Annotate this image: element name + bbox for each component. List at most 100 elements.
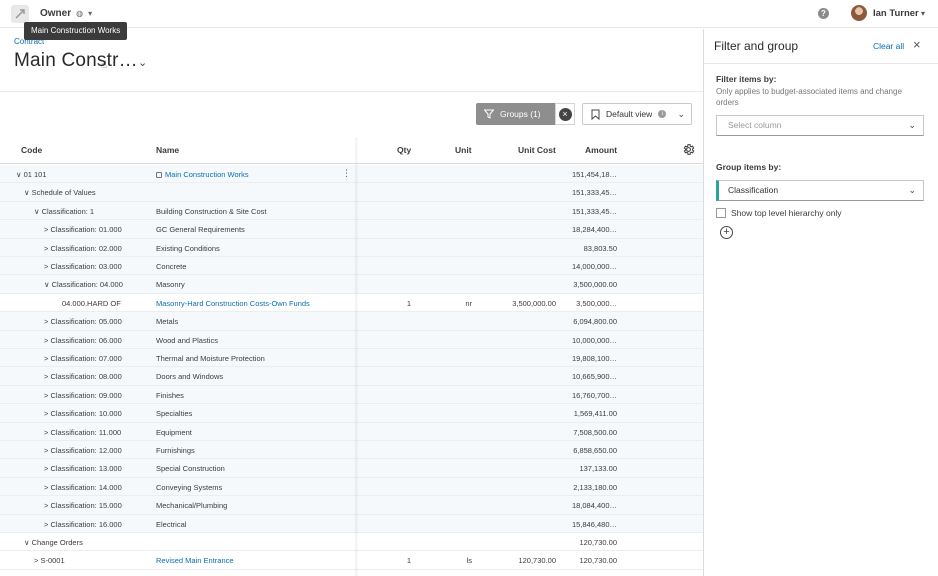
mouse-cursor-icon: ☝ [101, 60, 108, 71]
table-row[interactable]: > Classification: 15.000 Mechanical/Plumb… [0, 496, 703, 515]
app-logo-icon[interactable] [11, 5, 29, 23]
table-row[interactable]: > Classification: 05.000 Metals 6,094,800.… [0, 312, 703, 331]
panel-title: Filter and group [714, 39, 799, 53]
table-row[interactable]: ∨ Change Orders 120,730.00 [0, 533, 703, 552]
cell-code: > Classification: 12.000 [44, 446, 122, 455]
table-row[interactable]: > Classification: 11.000 Equipment 7,508,5… [0, 422, 703, 441]
chevron-down-icon: ▾ [88, 9, 93, 18]
cell-amount: 6,858,650.00 [573, 446, 617, 455]
filter-column-select[interactable]: Select column ⌄ [716, 115, 924, 136]
table-row[interactable]: > Classification: 07.000 Thermal and Mois… [0, 349, 703, 368]
filter-group-panel: Filter and group Clear all × Filter item… [703, 29, 938, 576]
cell-amount: 6,094,800.00 [573, 317, 617, 327]
cell-code: > Classification: 01.000 [44, 225, 122, 235]
top-level-hierarchy-option[interactable]: Show top level hierarchy only [716, 208, 842, 218]
cell-name: Main Construction Works [156, 170, 249, 179]
cell-name[interactable]: Masonry-Hard Construction Costs-Own Fund… [156, 299, 310, 308]
table-row[interactable]: > Classification: 01.000 GC General Requi… [0, 220, 703, 239]
close-panel-icon[interactable]: × [913, 37, 921, 52]
cell-code: ∨ Classification: 04.000 [44, 280, 123, 290]
cell-code: > Classification: 11.000 [44, 427, 122, 437]
cell-name-link[interactable]: Main Construction Works [165, 170, 249, 179]
table-row[interactable]: > Classification: 09.000 Finishes 16,760,7… [0, 385, 703, 405]
table-row[interactable]: > Classification: 02.000 Existing Conditi… [0, 238, 703, 257]
cell-code: > Classification: 08.000 [44, 372, 122, 382]
cell-name: Thermal and Moisture Protection [156, 354, 265, 363]
table-row[interactable]: > Classification: 08.000 Doors and Window… [0, 367, 703, 386]
chevron-down-icon: ⌄ [677, 108, 685, 119]
cell-amount: 120,730.00 [579, 538, 617, 547]
cell-name: Conveying Systems [156, 482, 223, 492]
cell-code: > Classification: 03.000 [44, 262, 122, 271]
cell-unit-cost: 3,500,000.00 [512, 298, 556, 308]
top-bar: Owner ◍ ▾ ? Ian Turner ▾ [0, 0, 938, 28]
cell-code: > Classification: 10.000 [44, 409, 122, 419]
top-level-hierarchy-checkbox[interactable] [716, 208, 726, 218]
cell-amount: 2,133,180.00 [573, 482, 617, 492]
column-header-name[interactable]: Name [156, 145, 179, 155]
help-icon[interactable]: ? [818, 8, 829, 19]
cell-name: Existing Conditions [156, 243, 220, 253]
column-header-qty[interactable]: Qty [397, 145, 411, 155]
table-row[interactable]: ∨ Classification: 1 Building Construction… [0, 201, 703, 221]
table-row[interactable]: ∨ 01 101 Main Construction Works 151,454,1… [0, 165, 703, 184]
page-title[interactable]: Main Constr… [14, 50, 138, 72]
cell-name: Equipment [156, 427, 192, 437]
table-row[interactable]: > Classification: 14.000 Conveying System… [0, 477, 703, 497]
table-row[interactable]: > Classification: 12.000 Furnishings 6,858… [0, 441, 703, 460]
chevron-down-icon: ⌄ [908, 120, 916, 130]
clear-all-link[interactable]: Clear all [873, 41, 904, 51]
row-menu-icon[interactable]: ⋮ [342, 168, 351, 179]
table-row[interactable]: > Classification: 06.000 Wood and Plastic… [0, 330, 703, 349]
table-row[interactable]: > Classification: 10.000 Specialties 1,569… [0, 404, 703, 423]
column-header-unit-cost[interactable]: Unit Cost [518, 145, 556, 155]
table-row[interactable]: ∨ Classification: 04.000 Masonry 3,500,000… [0, 275, 703, 294]
table-row[interactable]: 04.000.HARD OF Masonry-Hard Construction … [0, 294, 703, 313]
add-group-button[interactable]: + [720, 226, 733, 239]
user-name[interactable]: Ian Turner [873, 8, 919, 19]
cell-code: ∨ Schedule of Values [24, 188, 96, 198]
tooltip: Main Construction Works [24, 22, 128, 40]
cell-code: ∨ Classification: 1 [34, 206, 95, 216]
table-row[interactable]: > Classification: 03.000 Concrete 14,000,0… [0, 257, 703, 276]
cell-name: Finishes [156, 390, 184, 400]
filter-column-placeholder: Select column [728, 120, 782, 130]
cell-amount: 18,284,400… [571, 225, 617, 235]
column-header-amount[interactable]: Amount [585, 145, 617, 155]
groups-button[interactable]: Groups (1) [476, 103, 555, 125]
role-selector[interactable]: Owner ◍ ▾ [40, 8, 92, 19]
group-label: Group items by: [716, 162, 782, 172]
cell-name[interactable]: Revised Main Entrance [156, 556, 234, 565]
column-header-code[interactable]: Code [21, 145, 42, 155]
cell-qty: 1 [406, 298, 411, 308]
cell-amount: 137,133.00 [579, 464, 617, 474]
title-chevron-down-icon[interactable]: ⌄ [138, 56, 147, 69]
cell-name: Building Construction & Site Cost [156, 206, 267, 216]
table-row[interactable]: ∨ Schedule of Values 151,333,45… [0, 183, 703, 202]
avatar[interactable] [851, 5, 867, 21]
group-by-select[interactable]: Classification ⌄ [716, 180, 924, 201]
view-selector[interactable]: Default view i ⌄ [582, 103, 692, 125]
cell-code: > Classification: 02.000 [44, 243, 122, 253]
cell-amount: 19,808,100… [571, 354, 617, 363]
cell-qty: 1 [406, 556, 411, 566]
cell-amount: 83,803.50 [583, 243, 617, 253]
table-row[interactable]: > S-0001 Revised Main Entrance 1 ls 120,730.… [0, 551, 703, 570]
cell-amount: 120,730.00 [579, 556, 617, 566]
cell-amount: 3,500,000.00 [573, 280, 617, 290]
cell-amount: 1,569,411.00 [573, 409, 617, 419]
group-by-value: Classification [728, 185, 779, 195]
cell-amount: 3,500,000… [576, 298, 617, 308]
filter-label: Filter items by: [716, 74, 777, 84]
cell-code: > Classification: 13.000 [44, 464, 122, 474]
info-icon[interactable]: i [658, 110, 667, 118]
cell-unit: nr [465, 298, 472, 308]
gear-icon[interactable] [682, 143, 695, 156]
user-menu-chevron-icon[interactable]: ▾ [921, 9, 925, 18]
column-header-unit[interactable]: Unit [455, 145, 472, 155]
clear-groups-button[interactable]: × [555, 103, 575, 125]
budget-table: Code Name Qty Unit Unit Cost Amount ∨ 01… [0, 137, 703, 576]
table-row[interactable]: > Classification: 13.000 Special Construc… [0, 459, 703, 478]
table-row[interactable]: > Classification: 16.000 Electrical 15,846… [0, 514, 703, 533]
cell-name: Electrical [156, 519, 187, 529]
